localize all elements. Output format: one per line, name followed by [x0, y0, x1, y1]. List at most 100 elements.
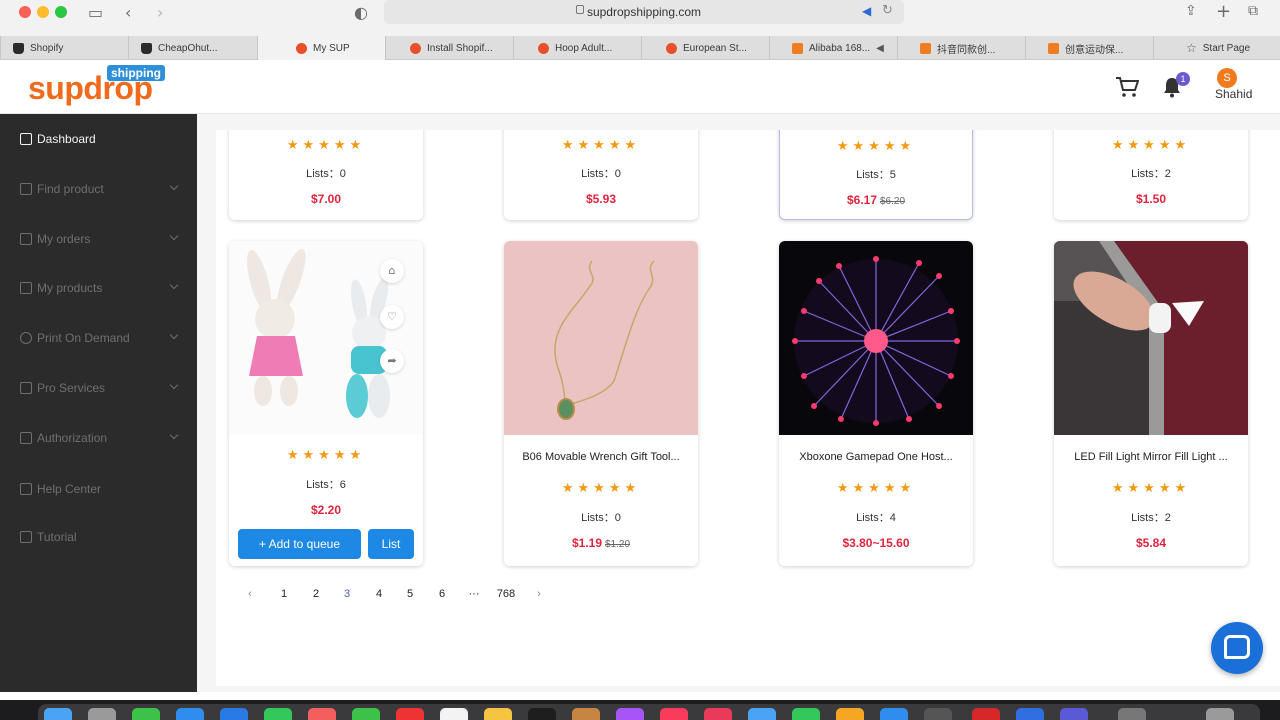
lists-count: Lists：6 [306, 479, 346, 491]
sidebar-item-help-center[interactable]: Help Center [0, 477, 197, 501]
rating-stars: ★★★★★ [1111, 138, 1191, 153]
page-1-button[interactable]: 1 [274, 584, 294, 604]
page-4-button[interactable]: 4 [369, 584, 389, 604]
sidebar-item-pro-services[interactable]: Pro Services [0, 376, 197, 400]
share-icon[interactable]: ⇪ [1185, 3, 1197, 19]
sidebar-toggle-icon[interactable]: ▭ [88, 3, 103, 22]
chat-button[interactable] [1211, 622, 1263, 674]
page-2-button[interactable]: 2 [306, 584, 326, 604]
launchpad-icon[interactable] [88, 708, 116, 720]
tab-chuangyi[interactable]: 创意运动保... [1025, 36, 1153, 60]
app-icon[interactable] [1016, 708, 1044, 720]
tab-label: European St... [683, 42, 747, 54]
product-image[interactable] [779, 241, 973, 435]
heart-icon[interactable]: ♡ [380, 305, 404, 329]
numbers-icon[interactable] [792, 708, 820, 720]
tab-start-page[interactable]: ☆ Start Page [1153, 36, 1280, 60]
sidebar-item-dashboard[interactable]: Dashboard [0, 127, 197, 151]
books-icon[interactable] [572, 708, 600, 720]
app-store-icon[interactable] [880, 708, 908, 720]
cart-icon[interactable] [1115, 76, 1139, 98]
product-image[interactable]: ⌂ ♡ ➦ [229, 241, 423, 435]
podcasts-icon[interactable] [616, 708, 644, 720]
safari-icon[interactable] [176, 708, 204, 720]
share-icon[interactable]: ➦ [380, 349, 404, 373]
sidebar-item-find-product[interactable]: Find product [0, 177, 197, 201]
tab-my-sup[interactable]: My SUP [257, 36, 385, 60]
tab-european-st[interactable]: European St... [641, 36, 769, 60]
product-card[interactable]: ⌂ ♡ ➦ ★★★★★ Lists：6 $2.20 + Add to queue… [229, 241, 423, 566]
product-grid: ★★★★★ Lists：0 $7.00 ★★★★★ Lists：0 $5.93 … [216, 130, 1280, 686]
tab-cheapohut[interactable]: CheapOhut... [128, 36, 257, 60]
close-window-button[interactable] [19, 6, 31, 18]
prev-page-button[interactable]: ‹ [240, 584, 260, 604]
avatar[interactable]: S [1217, 68, 1237, 88]
user-name[interactable]: Shahid [1215, 87, 1252, 101]
speaker-icon[interactable]: ◀ [876, 43, 884, 54]
messages-icon[interactable] [132, 708, 160, 720]
facetime-icon[interactable] [352, 708, 380, 720]
product-title[interactable]: LED Fill Light Mirror Fill Light ... [1054, 451, 1248, 463]
downloads-icon[interactable] [1118, 708, 1146, 720]
shield-icon[interactable]: ◐ [354, 3, 368, 22]
pages-icon[interactable] [836, 708, 864, 720]
tab-install-shopify[interactable]: Install Shopif... [385, 36, 513, 60]
tv-icon[interactable] [528, 708, 556, 720]
tab-shopify[interactable]: Shopify [0, 36, 128, 60]
news-icon[interactable] [704, 708, 732, 720]
product-card[interactable]: ★★★★★ Lists：5 $6.17 $6.20 [779, 130, 973, 220]
app-icon[interactable] [972, 708, 1000, 720]
tab-alibaba[interactable]: Alibaba 168... ◀ [769, 36, 897, 60]
app-icon[interactable] [1060, 708, 1088, 720]
product-card[interactable]: B06 Movable Wrench Gift Tool... ★★★★★ Li… [504, 241, 698, 566]
sidebar-item-my-orders[interactable]: My orders [0, 227, 197, 251]
page-6-button[interactable]: 6 [432, 584, 452, 604]
product-card[interactable]: ★★★★★ Lists：2 $1.50 [1054, 130, 1248, 220]
page-3-button[interactable]: 3 [337, 584, 357, 604]
tab-hoop-adult[interactable]: Hoop Adult... [513, 36, 641, 60]
rating-stars: ★★★★★ [1111, 481, 1191, 496]
page-last-button[interactable]: 768 [492, 584, 520, 604]
add-to-queue-button[interactable]: + Add to queue [238, 529, 361, 559]
sidebar-item-authorization[interactable]: Authorization [0, 426, 197, 450]
trash-icon[interactable] [1206, 708, 1234, 720]
product-card[interactable]: Xboxone Gamepad One Host... ★★★★★ Lists：… [779, 241, 973, 566]
product-card[interactable]: ★★★★★ Lists：0 $5.93 [504, 130, 698, 220]
product-title[interactable]: Xboxone Gamepad One Host... [779, 451, 973, 463]
new-tab-icon[interactable]: + [1216, 1, 1231, 22]
speaker-icon[interactable]: ◀ [862, 4, 871, 18]
store-icon[interactable]: ⌂ [380, 259, 404, 283]
browser-toolbar: ▭ ‹ › ◐ supdropshipping.com ◀ ↻ ⇪ + ⧉ [0, 0, 1280, 36]
forward-arrow-icon[interactable]: › [157, 3, 163, 22]
music-icon[interactable] [660, 708, 688, 720]
minimize-window-button[interactable] [37, 6, 49, 18]
notes-icon[interactable] [484, 708, 512, 720]
finder-icon[interactable] [44, 708, 72, 720]
product-image[interactable] [1054, 241, 1248, 435]
next-page-button[interactable]: › [529, 584, 549, 604]
page-5-button[interactable]: 5 [400, 584, 420, 604]
back-arrow-icon[interactable]: ‹ [125, 3, 131, 22]
tab-overview-icon[interactable]: ⧉ [1248, 3, 1258, 19]
reload-icon[interactable]: ↻ [882, 3, 893, 18]
calendar-icon[interactable] [396, 708, 424, 720]
maximize-window-button[interactable] [55, 6, 67, 18]
sidebar-item-label: Tutorial [37, 530, 77, 544]
product-card[interactable]: ★★★★★ Lists：0 $7.00 [229, 130, 423, 220]
settings-icon[interactable] [924, 708, 952, 720]
sidebar-item-print-on-demand[interactable]: Print On Demand [0, 326, 197, 350]
more-pages-button[interactable]: ··· [464, 584, 484, 604]
mail-icon[interactable] [220, 708, 248, 720]
sidebar-item-my-products[interactable]: My products [0, 276, 197, 300]
photos-icon[interactable] [308, 708, 336, 720]
product-image[interactable] [504, 241, 698, 435]
product-card[interactable]: LED Fill Light Mirror Fill Light ... ★★★… [1054, 241, 1248, 566]
address-bar[interactable]: supdropshipping.com ◀ ↻ [384, 0, 904, 24]
sidebar-item-tutorial[interactable]: Tutorial [0, 525, 197, 549]
preview-icon[interactable] [748, 708, 776, 720]
product-title[interactable]: B06 Movable Wrench Gift Tool... [504, 451, 698, 463]
contacts-icon[interactable] [440, 708, 468, 720]
tab-douyin[interactable]: 抖音同款创... [897, 36, 1025, 60]
maps-icon[interactable] [264, 708, 292, 720]
list-button[interactable]: List [368, 529, 414, 559]
